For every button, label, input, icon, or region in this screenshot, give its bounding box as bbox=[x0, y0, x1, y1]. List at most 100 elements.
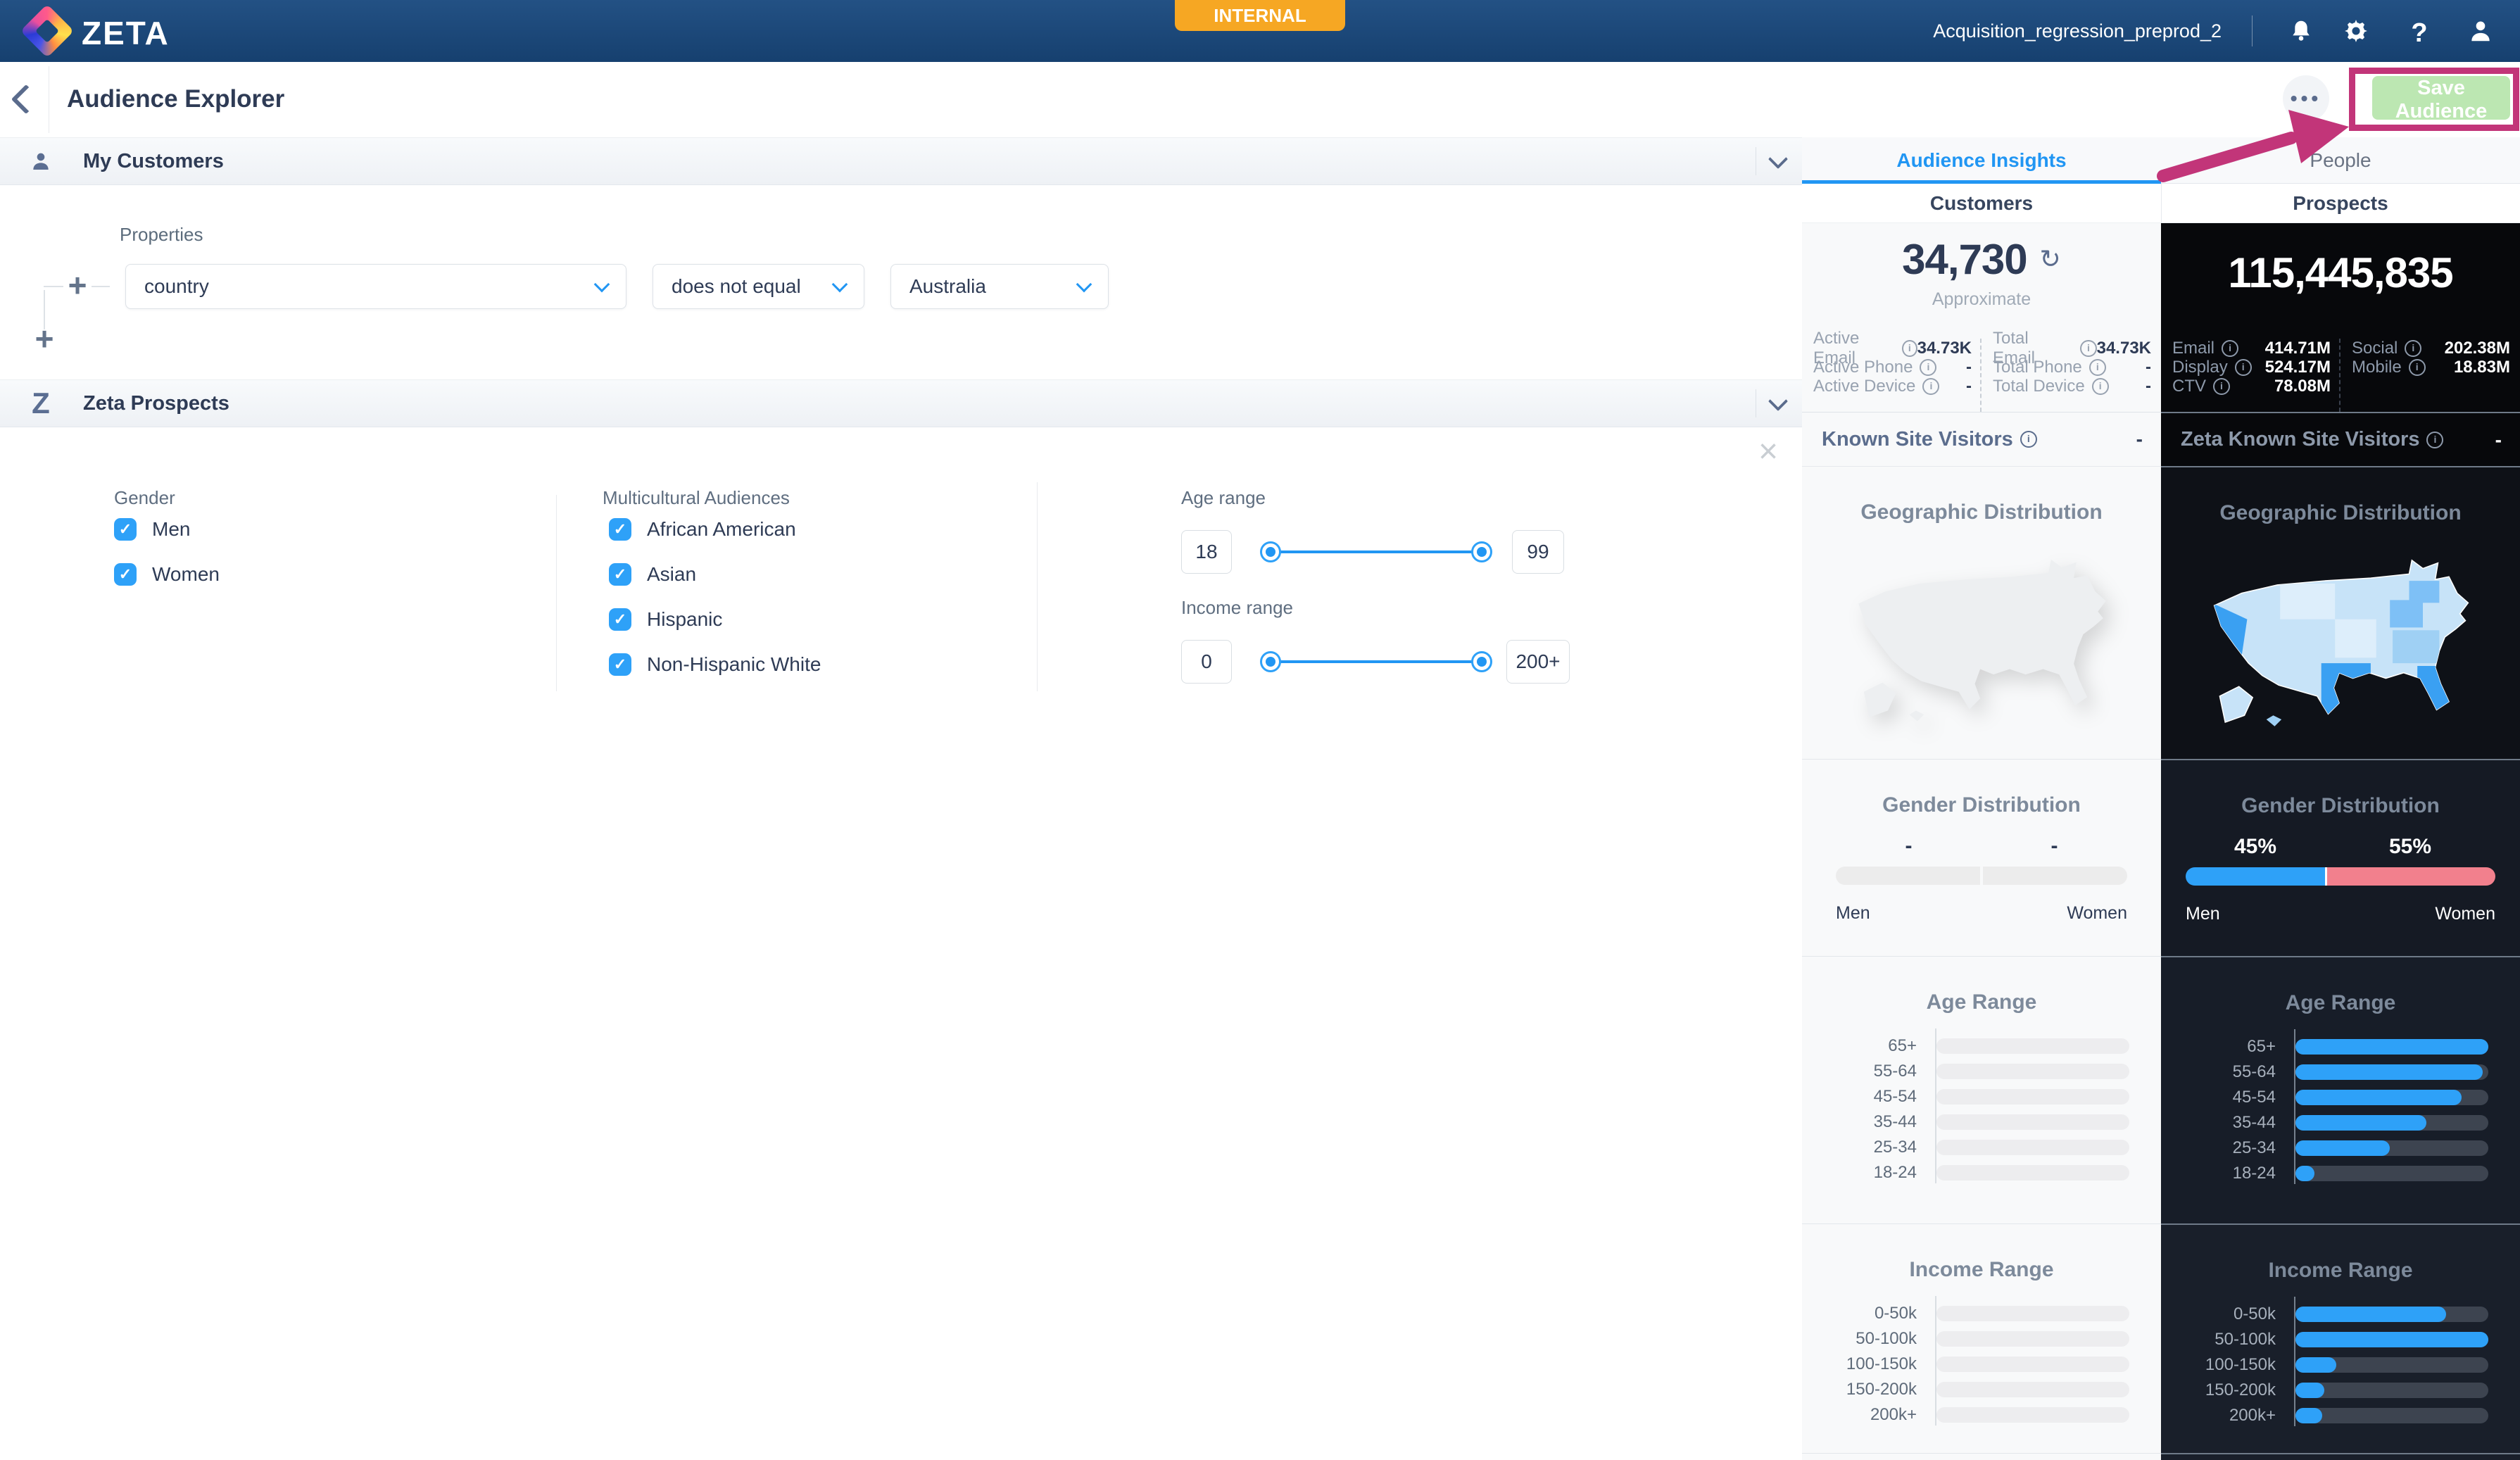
stat-row: Active Email i 34.73K bbox=[1813, 329, 1972, 367]
settings-gear-icon[interactable] bbox=[2343, 18, 2369, 44]
project-name[interactable]: Acquisition_regression_preprod_2 bbox=[1933, 0, 2222, 62]
info-icon[interactable]: i bbox=[2020, 431, 2037, 448]
info-icon[interactable]: i bbox=[2405, 339, 2422, 357]
bar-track bbox=[1936, 1140, 2129, 1155]
info-icon[interactable]: i bbox=[2080, 339, 2097, 357]
stat-value: - bbox=[1966, 376, 1972, 396]
page-header: Audience Explorer ••• Save Audience bbox=[0, 62, 2520, 138]
help-icon[interactable]: ? bbox=[2406, 20, 2433, 46]
property-field-select[interactable]: country bbox=[125, 264, 626, 309]
value-select[interactable]: Australia bbox=[890, 264, 1109, 309]
checkbox-row[interactable]: ✓ Asian bbox=[609, 563, 821, 586]
bar-category-label: 50-100k bbox=[1856, 1329, 1917, 1348]
stat-label: Mobile i bbox=[2352, 358, 2426, 377]
slider-track bbox=[1268, 660, 1484, 663]
annotation-highlight-box bbox=[2349, 68, 2519, 131]
multicultural-checkbox-list: ✓ African American ✓ Asian ✓ Hispanic ✓ Non-His… bbox=[609, 518, 821, 676]
checkbox-row[interactable]: ✓ Non-Hispanic White bbox=[609, 653, 821, 676]
bar-category-label: 45-54 bbox=[1873, 1087, 1917, 1106]
zeta-z-icon: Z bbox=[32, 386, 50, 420]
slider-handle-max[interactable] bbox=[1471, 541, 1492, 562]
gender-title: Gender Distribution bbox=[1882, 793, 2081, 817]
age-range-slider[interactable] bbox=[1260, 541, 1492, 562]
checkbox-checked[interactable]: ✓ bbox=[609, 653, 631, 676]
info-icon[interactable]: i bbox=[2234, 358, 2252, 376]
checkbox-checked[interactable]: ✓ bbox=[609, 518, 631, 541]
bar-row: 50-100k bbox=[1802, 1329, 2161, 1348]
bar-row: 150-200k bbox=[2161, 1380, 2520, 1399]
info-icon[interactable]: i bbox=[1902, 339, 1917, 357]
slider-handle-min[interactable] bbox=[1260, 651, 1281, 672]
tab-audience-insights[interactable]: Audience Insights bbox=[1802, 137, 2161, 183]
bar-category-label: 0-50k bbox=[1874, 1304, 1917, 1323]
checkbox-checked[interactable]: ✓ bbox=[114, 563, 137, 586]
customers-age-section: Age Range 65+ 55-64 45-54 35-44 25-34 18-24 bbox=[1802, 956, 2161, 1223]
zeta-prospects-section-header[interactable]: Z Zeta Prospects bbox=[0, 379, 1802, 427]
age-max-input[interactable]: 99 bbox=[1512, 530, 1564, 574]
bar-row: 0-50k bbox=[2161, 1304, 2520, 1323]
stat-value: - bbox=[2146, 376, 2151, 396]
info-icon[interactable]: i bbox=[2222, 339, 2239, 357]
bar-track bbox=[1936, 1331, 2129, 1347]
chevron-down-icon[interactable] bbox=[1768, 391, 1789, 412]
refresh-icon[interactable]: ↻ bbox=[2040, 245, 2061, 274]
income-max-input[interactable]: 200+ bbox=[1506, 640, 1570, 684]
bar-category-label: 150-200k bbox=[2205, 1380, 2276, 1399]
bar-category-label: 200k+ bbox=[2229, 1406, 2276, 1425]
operator-select[interactable]: does not equal bbox=[653, 264, 864, 309]
my-customers-section-header[interactable]: My Customers bbox=[0, 137, 1802, 185]
income-min-input[interactable]: 0 bbox=[1181, 640, 1232, 684]
checkbox-checked[interactable]: ✓ bbox=[609, 608, 631, 631]
bar-category-label: 35-44 bbox=[1873, 1112, 1917, 1131]
close-icon[interactable]: × bbox=[1758, 435, 1778, 469]
age-title: Age Range bbox=[2285, 991, 2396, 1014]
checkbox-label: Men bbox=[152, 518, 191, 540]
checkbox-row[interactable]: ✓ Hispanic bbox=[609, 608, 821, 631]
stat-row: Mobile i 18.83M bbox=[2352, 358, 2510, 377]
info-icon[interactable]: i bbox=[1922, 377, 1940, 395]
info-icon[interactable]: i bbox=[2091, 377, 2109, 395]
geo-title: Geographic Distribution bbox=[2219, 501, 2462, 524]
top-navbar: ZETA INTERNAL Acquisition_regression_pre… bbox=[0, 0, 2520, 62]
customers-stats: Active Email i 34.73K Active Phone i - Active … bbox=[1802, 322, 2161, 412]
checkbox-checked[interactable]: ✓ bbox=[609, 563, 631, 586]
info-icon[interactable]: i bbox=[1920, 358, 1937, 376]
bar-row: 65+ bbox=[2161, 1037, 2520, 1056]
bar-category-label: 55-64 bbox=[1873, 1062, 1917, 1081]
slider-handle-min[interactable] bbox=[1260, 541, 1281, 562]
checkbox-row[interactable]: ✓ Men bbox=[114, 518, 220, 541]
stat-label: Active Phone i bbox=[1813, 358, 1937, 377]
info-icon[interactable]: i bbox=[2213, 377, 2230, 395]
back-chevron-icon[interactable] bbox=[11, 84, 42, 115]
income-range-slider[interactable] bbox=[1260, 651, 1492, 672]
zeta-logo-icon[interactable] bbox=[20, 4, 75, 58]
info-icon[interactable]: i bbox=[2408, 358, 2426, 376]
chevron-down-icon bbox=[831, 276, 848, 293]
income-title: Income Range bbox=[1909, 1258, 2054, 1281]
account-user-icon[interactable] bbox=[2467, 18, 2494, 44]
age-min-input[interactable]: 18 bbox=[1181, 530, 1232, 574]
chevron-down-icon[interactable] bbox=[1768, 149, 1789, 170]
add-condition-button[interactable]: + bbox=[65, 267, 89, 303]
known-visitors-value: - bbox=[2136, 428, 2143, 450]
info-icon[interactable]: i bbox=[2089, 358, 2106, 376]
checkbox-row[interactable]: ✓ Women bbox=[114, 563, 220, 586]
notifications-bell-icon[interactable] bbox=[2288, 18, 2314, 44]
bar-track bbox=[2295, 1115, 2488, 1131]
prospects-stats-left: Email i 414.71M Display i 524.17M CTV i 78.08M bbox=[2172, 339, 2331, 412]
bar-fill bbox=[2295, 1140, 2390, 1156]
bar-category-label: 65+ bbox=[1888, 1036, 1917, 1055]
customers-age-chart: 65+ 55-64 45-54 35-44 25-34 18-24 bbox=[1802, 1028, 2161, 1183]
checkbox-row[interactable]: ✓ African American bbox=[609, 518, 821, 541]
stat-row: Display i 524.17M bbox=[2172, 358, 2331, 377]
my-customers-title: My Customers bbox=[83, 149, 224, 172]
checkbox-checked[interactable]: ✓ bbox=[114, 518, 137, 541]
customers-stats-right: Total Email i 34.73K Total Phone i - Total Dev… bbox=[1980, 329, 2151, 412]
add-group-button[interactable]: + bbox=[32, 320, 56, 357]
bar-row: 18-24 bbox=[1802, 1163, 2161, 1182]
stat-row: Total Device i - bbox=[1993, 377, 2151, 396]
info-icon[interactable]: i bbox=[2426, 431, 2444, 448]
chart-axis bbox=[2294, 1029, 2295, 1184]
brand-logo-text[interactable]: ZETA bbox=[82, 14, 170, 52]
slider-handle-max[interactable] bbox=[1471, 651, 1492, 672]
